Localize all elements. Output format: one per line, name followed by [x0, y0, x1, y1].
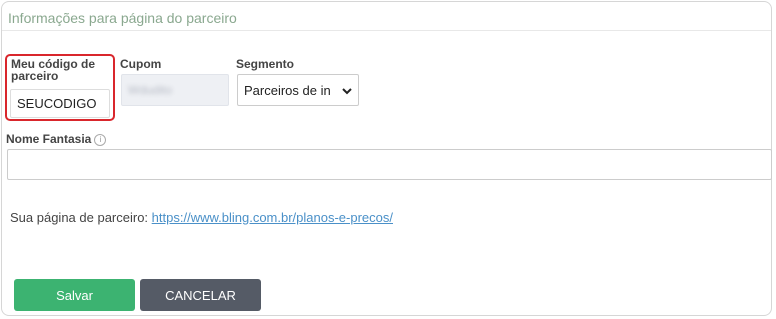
nome-fantasia-label: Nome Fantasia: [6, 132, 92, 146]
title-divider: [2, 30, 771, 31]
cancel-button[interactable]: CANCELAR: [140, 279, 261, 311]
partner-page-label: Sua página de parceiro:: [10, 210, 149, 225]
save-button[interactable]: Salvar: [14, 279, 135, 311]
partner-code-input[interactable]: [10, 89, 110, 118]
segmento-label: Segmento: [236, 57, 295, 71]
partner-page-line: Sua página de parceiro: https://www.blin…: [10, 210, 393, 225]
partner-code-label: Meu código de parceiro: [11, 57, 95, 83]
cupom-label: Cupom: [120, 57, 162, 71]
nome-fantasia-label-row: Nome Fantasia i: [6, 132, 107, 146]
partner-code-highlight: Meu código de parceiro: [5, 54, 115, 121]
cupom-value: Wdudito: [128, 83, 173, 97]
card-title: Informações para página do parceiro: [8, 10, 237, 26]
cupom-field: Wdudito: [121, 74, 229, 106]
segmento-selected-value: Parceiros de in: [244, 83, 331, 98]
nome-fantasia-input[interactable]: [7, 149, 772, 180]
info-icon[interactable]: i: [94, 134, 107, 146]
segmento-select[interactable]: Parceiros de in: [237, 74, 359, 106]
partner-info-card: Informações para página do parceiro Meu …: [1, 1, 772, 316]
partner-page-link[interactable]: https://www.bling.com.br/planos-e-precos…: [152, 210, 393, 225]
chevron-down-icon: [342, 84, 352, 99]
